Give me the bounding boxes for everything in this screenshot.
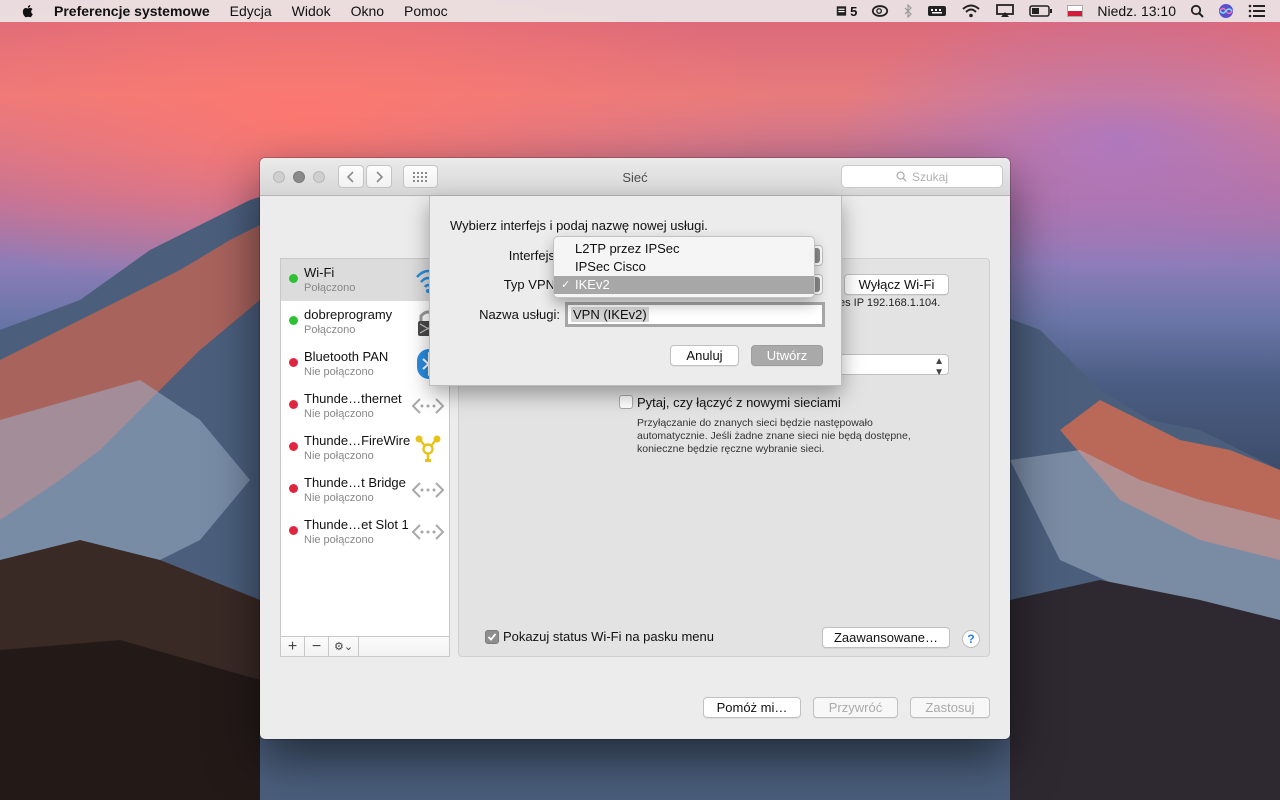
status-dot	[289, 526, 298, 535]
spotlight-icon[interactable]	[1190, 4, 1204, 18]
status-dot	[289, 442, 298, 451]
airplay-icon[interactable]	[995, 4, 1015, 18]
cancel-button[interactable]: Anuluj	[670, 345, 739, 366]
status-dot	[289, 400, 298, 409]
menu-window[interactable]: Okno	[351, 3, 384, 19]
notes-badge[interactable]: 5	[836, 4, 857, 19]
firewire-icon	[415, 435, 441, 462]
service-item-dobreprogramy[interactable]: dobreprogramy Połączono	[281, 301, 449, 343]
network-name-select[interactable]: ▲ ▼	[839, 354, 949, 378]
service-status: Połączono	[304, 324, 356, 336]
service-item-thunderbolt-slot-1[interactable]: Thunde…et Slot 1 Nie połączono	[281, 511, 449, 553]
interface-label: Interfejs	[508, 248, 555, 263]
vpn-option-ipsec-cisco[interactable]: IPSec Cisco	[554, 258, 814, 276]
ask-to-join-label: Pytaj, czy łączyć z nowymi sieciami	[637, 395, 841, 410]
service-status: Nie połączono	[304, 450, 374, 462]
service-status: Nie połączono	[304, 534, 374, 546]
keyboard-icon[interactable]	[927, 4, 947, 18]
show-wifi-status-label: Pokazuj status Wi-Fi na pasku menu	[503, 629, 714, 644]
ask-to-join-description: Przyłączanie do znanych sieci będzie nas…	[637, 417, 911, 455]
service-item-wifi[interactable]: Wi-Fi Połączono	[281, 259, 449, 301]
status-dot	[289, 316, 298, 325]
vpn-type-menu: L2TP przez IPSec IPSec Cisco ✓ IKEv2	[553, 236, 815, 298]
option-label: IKEv2	[575, 277, 610, 292]
service-name: Thunde…FireWire	[304, 433, 411, 448]
service-name-value: VPN (IKEv2)	[571, 307, 649, 322]
wifi-status-icon[interactable]	[961, 4, 981, 18]
create-button[interactable]: Utwórz	[751, 345, 823, 366]
turn-wifi-off-button[interactable]: Wyłącz Wi-Fi	[844, 274, 949, 295]
siri-icon[interactable]	[1218, 3, 1234, 19]
creative-cloud-icon[interactable]	[871, 4, 889, 18]
clock[interactable]: Niedz. 13:10	[1097, 3, 1176, 19]
help-button[interactable]: ?	[962, 630, 980, 648]
ethernet-arrows-icon	[411, 398, 445, 414]
option-label: L2TP przez IPSec	[575, 241, 680, 256]
service-name: dobreprogramy	[304, 307, 393, 322]
vpn-type-label: Typ VPN	[503, 277, 555, 292]
vpn-option-l2tp[interactable]: L2TP przez IPSec	[554, 240, 814, 258]
remove-service-button[interactable]: −	[305, 637, 329, 656]
service-name-input[interactable]: VPN (IKEv2)	[565, 302, 825, 327]
service-name: Bluetooth PAN	[304, 349, 389, 364]
advanced-button[interactable]: Zaawansowane…	[822, 627, 950, 648]
service-list-toolbar: + − ⚙︎⌄	[280, 636, 450, 657]
service-status: Nie połączono	[304, 408, 374, 420]
input-source-flag-icon[interactable]	[1067, 5, 1084, 17]
add-service-button[interactable]: +	[281, 637, 305, 656]
search-field[interactable]: Szukaj	[841, 165, 1003, 188]
list-icon	[836, 6, 847, 16]
menu-app-name[interactable]: Preferencje systemowe	[54, 3, 210, 19]
service-item-bluetooth-pan[interactable]: Bluetooth PAN Nie połączono	[281, 343, 449, 385]
service-actions-gear-button[interactable]: ⚙︎⌄	[329, 637, 359, 656]
checkmark-icon	[487, 633, 497, 641]
service-name: Thunde…t Bridge	[304, 475, 406, 490]
search-placeholder: Szukaj	[911, 169, 949, 184]
service-name-label: Nazwa usługi:	[479, 307, 560, 322]
service-name: Thunde…thernet	[304, 391, 402, 406]
service-list: Wi-Fi Połączono dobreprogramy Połączono …	[280, 258, 450, 637]
menu-view[interactable]: Widok	[292, 3, 331, 19]
menu-edit[interactable]: Edycja	[230, 3, 272, 19]
service-status: Nie połączono	[304, 492, 374, 504]
apple-menu-icon[interactable]	[20, 3, 36, 19]
notification-center-icon[interactable]	[1248, 4, 1266, 18]
status-dot	[289, 358, 298, 367]
ethernet-arrows-icon	[411, 482, 445, 498]
badge-count: 5	[850, 3, 858, 19]
chevron-updown-icon: ▲ ▼	[934, 356, 944, 378]
service-name: Wi-Fi	[304, 265, 335, 280]
show-wifi-status-checkbox[interactable]	[485, 630, 499, 644]
revert-button[interactable]: Przywróć	[813, 697, 898, 718]
battery-icon[interactable]	[1029, 4, 1053, 18]
service-item-thunderbolt-bridge[interactable]: Thunde…t Bridge Nie połączono	[281, 469, 449, 511]
service-item-thunderbolt-ethernet[interactable]: Thunde…thernet Nie połączono	[281, 385, 449, 427]
sheet-title: Wybierz interfejs i podaj nazwę nowej us…	[450, 218, 708, 233]
menu-extras: 5 Niedz. 13:10	[836, 0, 1280, 22]
option-label: IPSec Cisco	[575, 259, 646, 274]
status-dot	[289, 484, 298, 493]
vpn-option-ikev2[interactable]: ✓ IKEv2	[554, 276, 814, 294]
service-item-thunderbolt-firewire[interactable]: Thunde…FireWire Nie połączono	[281, 427, 449, 469]
bluetooth-icon[interactable]	[903, 4, 913, 18]
menu-bar: Preferencje systemowe Edycja Widok Okno …	[0, 0, 1280, 22]
service-status: Połączono	[304, 282, 356, 294]
service-status: Nie połączono	[304, 366, 374, 378]
assist-me-button[interactable]: Pomóż mi…	[703, 697, 801, 718]
window-titlebar[interactable]: Sieć Szukaj	[260, 158, 1010, 196]
status-dot	[289, 274, 298, 283]
checkmark-icon: ✓	[561, 279, 571, 291]
ip-address-text: es IP 192.168.1.104.	[839, 297, 941, 309]
service-name: Thunde…et Slot 1	[304, 517, 409, 532]
search-icon	[896, 171, 907, 182]
apply-button[interactable]: Zastosuj	[910, 697, 990, 718]
menu-help[interactable]: Pomoc	[404, 3, 448, 19]
ask-to-join-checkbox[interactable]	[619, 395, 633, 409]
ethernet-arrows-icon	[411, 524, 445, 540]
